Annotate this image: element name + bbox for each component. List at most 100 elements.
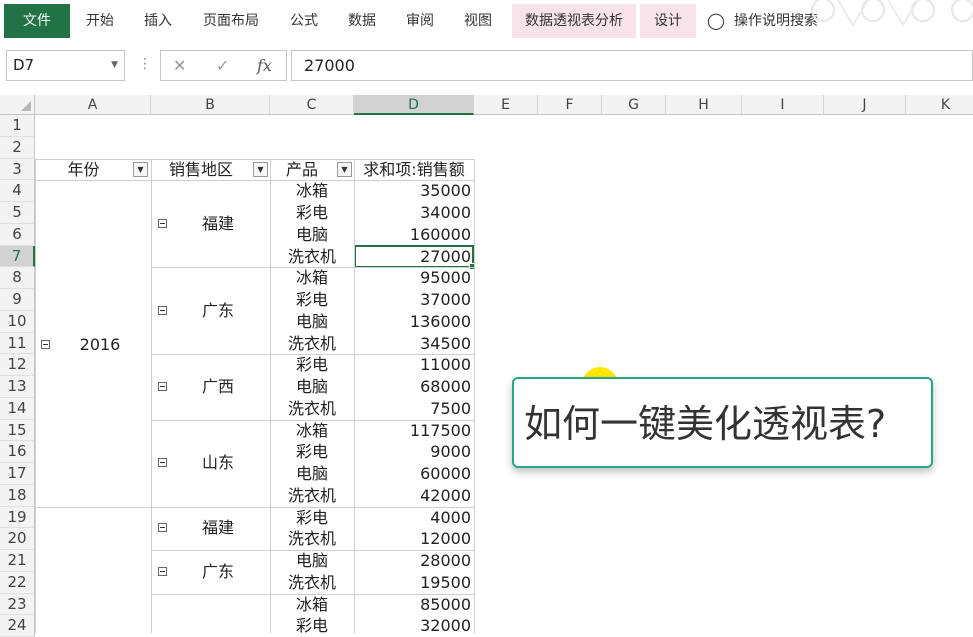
pivot-value[interactable]: 136000 [354, 311, 474, 333]
pivot-value[interactable]: 35000 [354, 180, 474, 202]
pivot-value[interactable]: 12000 [354, 528, 474, 550]
decorative-pattern [803, 0, 973, 30]
pivot-region: 山东 [178, 452, 258, 474]
row-header-3[interactable]: 3 [0, 159, 35, 181]
pivot-value[interactable]: 37000 [354, 289, 474, 311]
worksheet-grid[interactable]: A B C D E F G H I J K 年份 ▼ 销售地区 ▼ 产品 ▼ 求… [0, 95, 973, 633]
enter-check-icon[interactable]: ✓ [216, 56, 229, 75]
column-header-b[interactable]: B [151, 95, 270, 115]
filter-dropdown-icon[interactable]: ▼ [253, 162, 268, 177]
row-header-22[interactable]: 22 [0, 572, 35, 594]
pivot-value[interactable]: 32000 [354, 615, 474, 637]
collapse-icon[interactable] [158, 523, 167, 532]
row-header-8[interactable]: 8 [0, 267, 35, 289]
pivot-value[interactable]: 19500 [354, 572, 474, 594]
row-header-17[interactable]: 17 [0, 463, 35, 485]
row-header-23[interactable]: 23 [0, 594, 35, 616]
filter-dropdown-icon[interactable]: ▼ [337, 162, 352, 177]
column-header-a[interactable]: A [35, 95, 151, 115]
column-header-j[interactable]: J [824, 95, 906, 115]
row-header-18[interactable]: 18 [0, 485, 35, 507]
pivot-product: 洗衣机 [270, 398, 354, 420]
tab-page-layout[interactable]: 页面布局 [196, 4, 266, 38]
pivot-product: 洗衣机 [270, 333, 354, 355]
pivot-value[interactable]: 27000 [354, 246, 474, 268]
grid-line [35, 159, 36, 634]
pivot-value[interactable]: 4000 [354, 507, 474, 529]
column-header-f[interactable]: F [538, 95, 602, 115]
row-header-4[interactable]: 4 [0, 180, 35, 202]
tab-pivottable-analyze[interactable]: 数据透视表分析 [512, 4, 636, 38]
tab-review[interactable]: 审阅 [398, 4, 442, 38]
pivot-product: 电脑 [270, 463, 354, 485]
pivot-value[interactable]: 160000 [354, 224, 474, 246]
column-header-k[interactable]: K [906, 95, 973, 115]
column-header-g[interactable]: G [602, 95, 666, 115]
name-box[interactable]: D7 ▼ [6, 50, 125, 81]
pivot-value[interactable]: 85000 [354, 594, 474, 616]
name-box-value: D7 [13, 56, 34, 74]
pivot-value[interactable]: 68000 [354, 376, 474, 398]
row-header-14[interactable]: 14 [0, 398, 35, 420]
row-header-5[interactable]: 5 [0, 202, 35, 224]
ribbon-tabs: 文件 开始 插入 页面布局 公式 数据 审阅 视图 数据透视表分析 设计 ◯ 操… [0, 0, 973, 42]
pivot-value[interactable]: 9000 [354, 441, 474, 463]
pivot-product: 洗衣机 [270, 528, 354, 550]
filter-dropdown-icon[interactable]: ▼ [133, 162, 148, 177]
row-header-12[interactable]: 12 [0, 354, 35, 376]
lightbulb-icon[interactable]: ◯ [706, 4, 726, 38]
row-header-9[interactable]: 9 [0, 289, 35, 311]
pivot-region: 福建 [178, 213, 258, 235]
row-header-21[interactable]: 21 [0, 550, 35, 572]
tab-file[interactable]: 文件 [4, 4, 70, 38]
row-header-10[interactable]: 10 [0, 311, 35, 333]
pivot-product: 电脑 [270, 376, 354, 398]
tab-home[interactable]: 开始 [78, 4, 122, 38]
row-header-15[interactable]: 15 [0, 420, 35, 442]
column-header-i[interactable]: I [742, 95, 824, 115]
column-header-e[interactable]: E [474, 95, 538, 115]
row-header-16[interactable]: 16 [0, 441, 35, 463]
select-all-corner[interactable] [0, 95, 35, 115]
row-header-11[interactable]: 11 [0, 333, 35, 355]
pivot-value[interactable]: 34000 [354, 202, 474, 224]
tab-formulas[interactable]: 公式 [282, 4, 326, 38]
pivot-product: 洗衣机 [270, 485, 354, 507]
pivot-value[interactable]: 95000 [354, 267, 474, 289]
row-header-13[interactable]: 13 [0, 376, 35, 398]
chevron-down-icon[interactable]: ▼ [111, 51, 118, 80]
column-header-d[interactable]: D [354, 95, 474, 115]
pivot-value[interactable]: 7500 [354, 398, 474, 420]
insert-function-icon[interactable]: fx [257, 56, 272, 75]
pivot-value[interactable]: 28000 [354, 550, 474, 572]
collapse-icon[interactable] [158, 382, 167, 391]
collapse-icon[interactable] [41, 340, 50, 349]
pivot-product: 彩电 [270, 615, 354, 637]
row-header-1[interactable]: 1 [0, 115, 35, 137]
collapse-icon[interactable] [158, 219, 167, 228]
pivot-value[interactable]: 60000 [354, 463, 474, 485]
pivot-value[interactable]: 117500 [354, 420, 474, 442]
column-header-h[interactable]: H [666, 95, 742, 115]
row-header-2[interactable]: 2 [0, 137, 35, 159]
pivot-value[interactable]: 11000 [354, 354, 474, 376]
collapse-icon[interactable] [158, 567, 167, 576]
row-header-24[interactable]: 24 [0, 615, 35, 637]
pivot-value[interactable]: 34500 [354, 333, 474, 355]
tab-design[interactable]: 设计 [640, 4, 696, 38]
tab-insert[interactable]: 插入 [136, 4, 180, 38]
collapse-icon[interactable] [158, 458, 167, 467]
tab-view[interactable]: 视图 [456, 4, 500, 38]
pivot-product: 冰箱 [270, 180, 354, 202]
tab-data[interactable]: 数据 [340, 4, 384, 38]
formula-input[interactable]: 27000 [291, 50, 973, 81]
row-header-19[interactable]: 19 [0, 507, 35, 529]
row-header-7[interactable]: 7 [0, 246, 35, 268]
column-header-c[interactable]: C [270, 95, 354, 115]
cancel-icon[interactable]: ✕ [173, 56, 186, 75]
pivot-region: 福建 [178, 517, 258, 539]
pivot-value[interactable]: 42000 [354, 485, 474, 507]
collapse-icon[interactable] [158, 306, 167, 315]
row-header-20[interactable]: 20 [0, 528, 35, 550]
row-header-6[interactable]: 6 [0, 224, 35, 246]
